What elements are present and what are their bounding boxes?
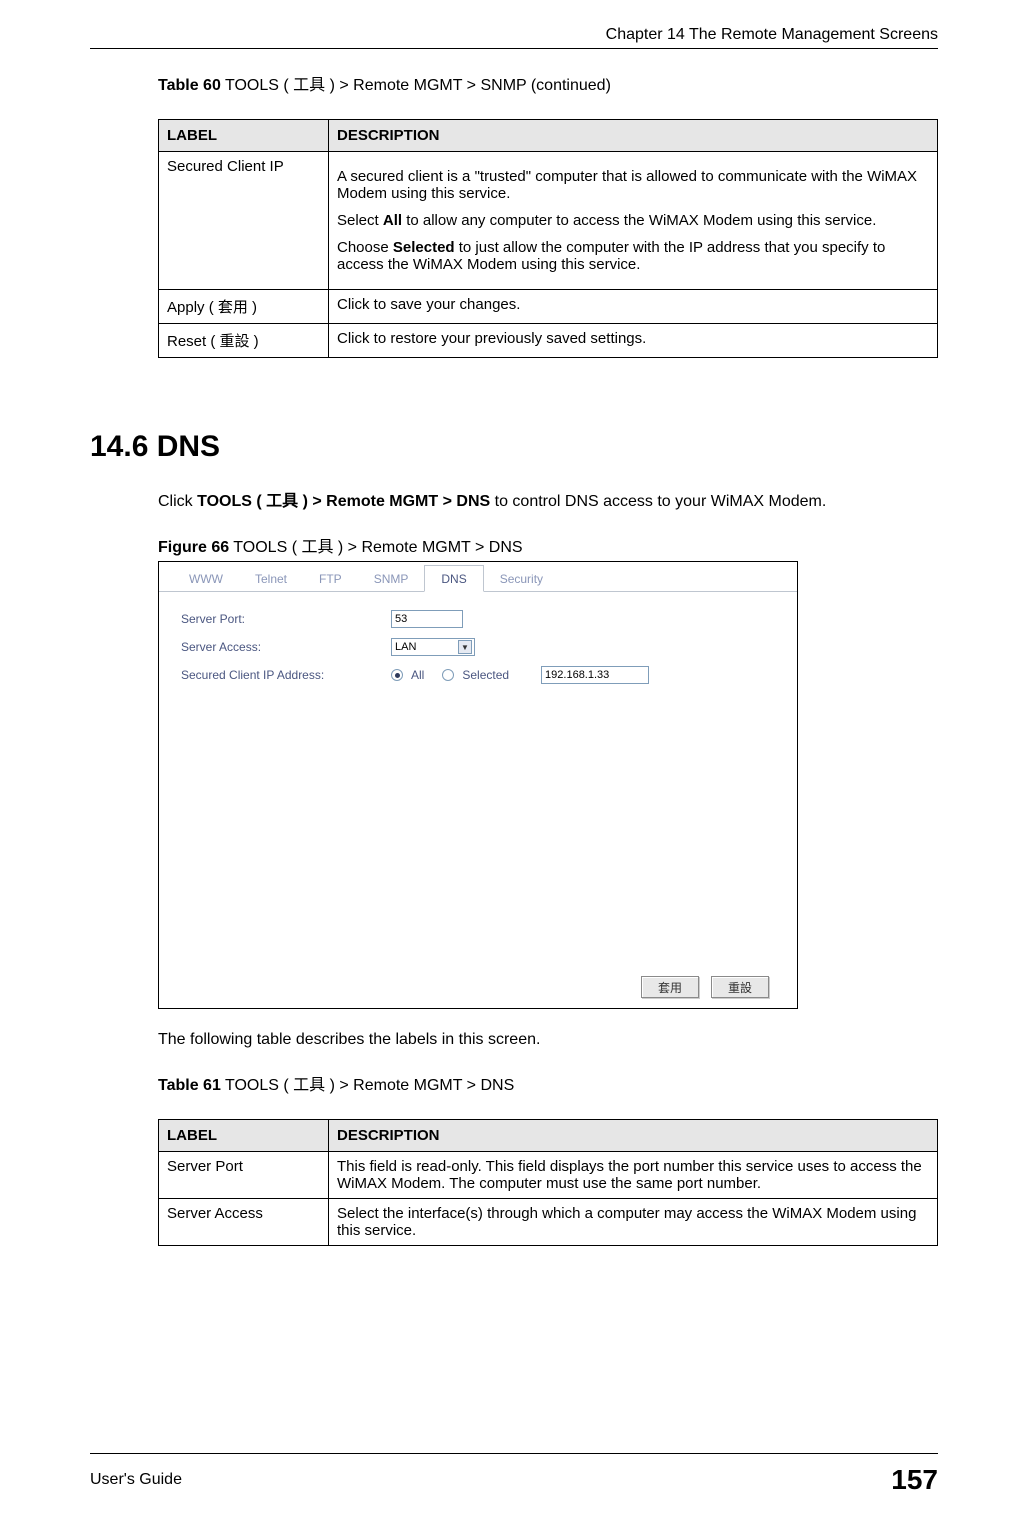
secured-ip-input[interactable]: 192.168.1.33 [541, 666, 649, 684]
row-server-access: Server Access: LAN ▼ [181, 638, 775, 656]
reset-button[interactable]: 重設 [711, 976, 769, 998]
table61-caption-rest: TOOLS ( 工具 ) > Remote MGMT > DNS [221, 1077, 514, 1094]
table60-head-label: LABEL [159, 120, 329, 152]
section-intro: Click TOOLS ( 工具 ) > Remote MGMT > DNS t… [158, 490, 938, 513]
tab-telnet[interactable]: Telnet [239, 566, 303, 591]
table60-caption-rest: TOOLS ( 工具 ) > Remote MGMT > SNMP (conti… [221, 77, 611, 94]
radio-all-wrap[interactable]: All [391, 668, 424, 682]
table60-row2-label: Reset ( 重設 ) [159, 324, 329, 358]
figure66-caption-prefix: Figure 66 [158, 539, 229, 556]
table60-caption: Table 60 TOOLS ( 工具 ) > Remote MGMT > SN… [158, 71, 938, 95]
footer-rule [90, 1453, 938, 1454]
table61-row1-desc: Select the interface(s) through which a … [329, 1199, 938, 1246]
server-port-input[interactable]: 53 [391, 610, 463, 628]
post-figure-text: The following table describes the labels… [158, 1031, 938, 1049]
tab-ftp[interactable]: FTP [303, 566, 358, 591]
figure66-caption: Figure 66 TOOLS ( 工具 ) > Remote MGMT > D… [158, 533, 938, 557]
tab-snmp[interactable]: SNMP [358, 566, 425, 591]
table60-row0-desc: A secured client is a "trusted" computer… [329, 152, 938, 290]
table-row: Secured Client IP A secured client is a … [159, 152, 938, 290]
table61-caption-prefix: Table 61 [158, 1077, 221, 1094]
radio-selected-icon [442, 669, 454, 681]
apply-button[interactable]: 套用 [641, 976, 699, 998]
server-access-select[interactable]: LAN ▼ [391, 638, 475, 656]
p2b: to allow any computer to access the WiMA… [402, 212, 876, 229]
table61: LABEL DESCRIPTION Server Port This field… [158, 1119, 938, 1246]
server-access-label: Server Access: [181, 640, 391, 654]
secured-client-label: Secured Client IP Address: [181, 668, 391, 682]
table60-row0-p3: Choose Selected to just allow the comput… [337, 239, 929, 273]
table60-row0-label: Secured Client IP [159, 152, 329, 290]
intro-bold: TOOLS ( 工具 ) > Remote MGMT > DNS [197, 493, 490, 510]
table60-row1-desc: Click to save your changes. [329, 290, 938, 324]
chevron-down-icon: ▼ [458, 640, 472, 654]
table60: LABEL DESCRIPTION Secured Client IP A se… [158, 119, 938, 358]
table60-head-row: LABEL DESCRIPTION [159, 120, 938, 152]
table-row: Server Port This field is read-only. Thi… [159, 1152, 938, 1199]
tab-security[interactable]: Security [484, 566, 559, 591]
radio-all-icon [391, 669, 403, 681]
table60-row1-label: Apply ( 套用 ) [159, 290, 329, 324]
screenshot-tabs: WWW Telnet FTP SNMP DNS Security [159, 562, 797, 592]
table60-row0-p1: A secured client is a "trusted" computer… [337, 168, 929, 202]
p2bold: All [383, 212, 402, 229]
page-number: 157 [891, 1464, 938, 1496]
server-access-value: LAN [395, 641, 416, 653]
page-footer: User's Guide 157 [90, 1453, 938, 1496]
figure66-caption-rest: TOOLS ( 工具 ) > Remote MGMT > DNS [229, 539, 522, 556]
table-row: Server Access Select the interface(s) th… [159, 1199, 938, 1246]
secured-radio-group: All Selected 192.168.1.33 [391, 666, 649, 684]
radio-selected-label: Selected [462, 668, 509, 682]
p3bold: Selected [393, 239, 455, 256]
table61-head-label: LABEL [159, 1120, 329, 1152]
server-port-label: Server Port: [181, 612, 391, 626]
table60-caption-prefix: Table 60 [158, 77, 221, 94]
footer-guide-label: User's Guide [90, 1471, 182, 1489]
table61-row0-label: Server Port [159, 1152, 329, 1199]
table61-caption: Table 61 TOOLS ( 工具 ) > Remote MGMT > DN… [158, 1071, 938, 1095]
header-rule [90, 48, 938, 49]
screenshot-body: Server Port: 53 Server Access: LAN ▼ Sec… [159, 592, 797, 712]
table61-row1-label: Server Access [159, 1199, 329, 1246]
radio-selected-wrap[interactable]: Selected [442, 668, 509, 682]
table-row: Apply ( 套用 ) Click to save your changes. [159, 290, 938, 324]
table-row: Reset ( 重設 ) Click to restore your previ… [159, 324, 938, 358]
table61-head-desc: DESCRIPTION [329, 1120, 938, 1152]
table60-head-desc: DESCRIPTION [329, 120, 938, 152]
row-server-port: Server Port: 53 [181, 610, 775, 628]
section-heading: 14.6 DNS [90, 430, 938, 464]
chapter-header: Chapter 14 The Remote Management Screens [90, 26, 938, 44]
table60-row2-desc: Click to restore your previously saved s… [329, 324, 938, 358]
table60-row0-p2: Select All to allow any computer to acce… [337, 212, 929, 229]
table61-row0-desc: This field is read-only. This field disp… [329, 1152, 938, 1199]
radio-all-label: All [411, 668, 424, 682]
table61-head-row: LABEL DESCRIPTION [159, 1120, 938, 1152]
screenshot-footer: 套用 重設 [641, 976, 769, 998]
intro-b: to control DNS access to your WiMAX Mode… [490, 493, 826, 510]
tab-www[interactable]: WWW [173, 566, 239, 591]
p3a: Choose [337, 239, 393, 256]
intro-a: Click [158, 493, 197, 510]
row-secured-ip: Secured Client IP Address: All Selected … [181, 666, 775, 684]
figure66-screenshot: WWW Telnet FTP SNMP DNS Security Server … [158, 561, 798, 1009]
tab-dns[interactable]: DNS [424, 565, 483, 592]
p2a: Select [337, 212, 383, 229]
